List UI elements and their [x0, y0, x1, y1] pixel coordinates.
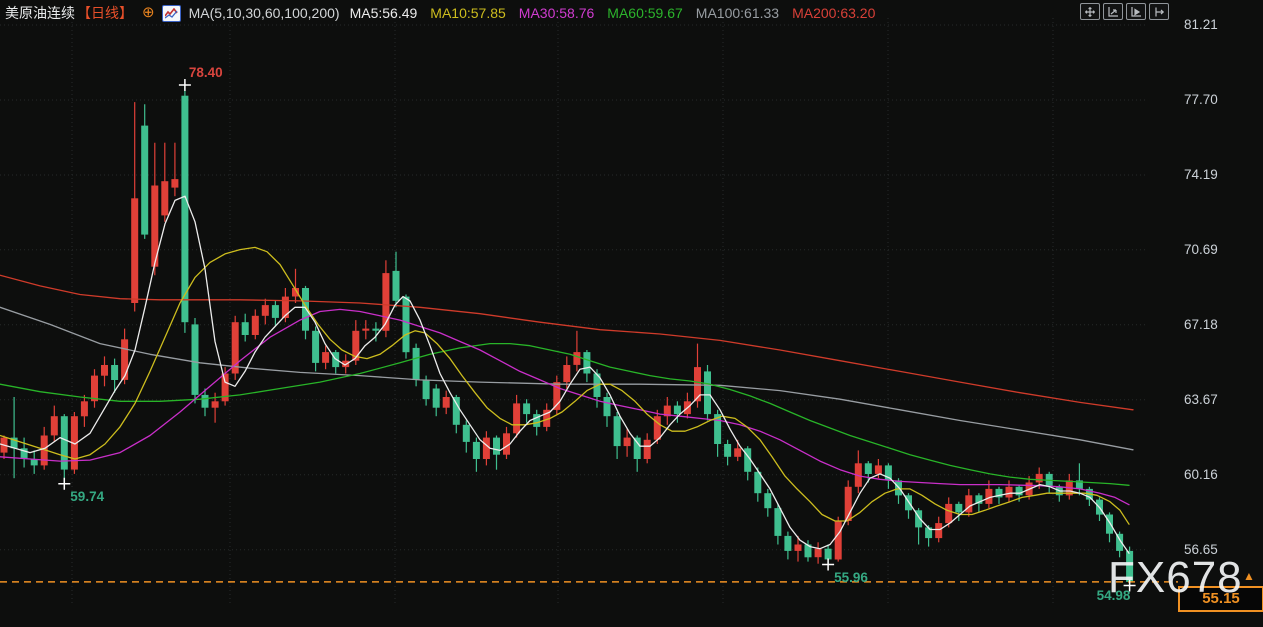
snap-right-icon[interactable] [1149, 3, 1169, 20]
crosshair-move-icon[interactable] [1080, 3, 1100, 20]
ma5-value: MA5:56.49 [350, 5, 418, 21]
ma100-value: MA100:61.33 [696, 5, 779, 21]
chart-header: 美原油连续 【日线】 ⊕ MA(5,10,30,60,100,200) MA5:… [5, 3, 888, 23]
ma30-value: MA30:58.76 [519, 5, 595, 21]
add-indicator-icon[interactable]: ⊕ [142, 6, 155, 20]
symbol-title: 美原油连续 [5, 3, 75, 23]
price-axis-tick: 63.67 [1184, 392, 1242, 407]
swing-price-label: 78.40 [189, 65, 223, 80]
price-up-arrow-icon[interactable]: ▲ [1243, 569, 1255, 583]
price-axis-tick: 70.69 [1184, 242, 1242, 257]
fx678-watermark: FX678 [1108, 553, 1243, 603]
price-axis-tick: 67.18 [1184, 317, 1242, 332]
chart-logo-icon[interactable] [162, 5, 181, 22]
chart-toolbar [1080, 3, 1169, 20]
candlestick-chart-canvas[interactable] [0, 0, 1263, 627]
swing-price-label: 55.96 [834, 570, 868, 585]
price-axis-tick: 60.16 [1184, 467, 1242, 482]
axis-play-icon[interactable] [1126, 3, 1146, 20]
ma10-value: MA10:57.85 [430, 5, 506, 21]
ma200-value: MA200:63.20 [792, 5, 875, 21]
price-axis-tick: 74.19 [1184, 167, 1242, 182]
price-axis-tick: 81.21 [1184, 17, 1242, 32]
axis-zoom-icon[interactable] [1103, 3, 1123, 20]
ma-params-label: MA(5,10,30,60,100,200) [189, 5, 340, 21]
ma60-value: MA60:59.67 [607, 5, 683, 21]
price-axis-tick: 77.70 [1184, 92, 1242, 107]
chart-window: 美原油连续 【日线】 ⊕ MA(5,10,30,60,100,200) MA5:… [0, 0, 1263, 627]
swing-price-label: 59.74 [70, 489, 104, 504]
period-label[interactable]: 【日线】 [77, 3, 133, 23]
